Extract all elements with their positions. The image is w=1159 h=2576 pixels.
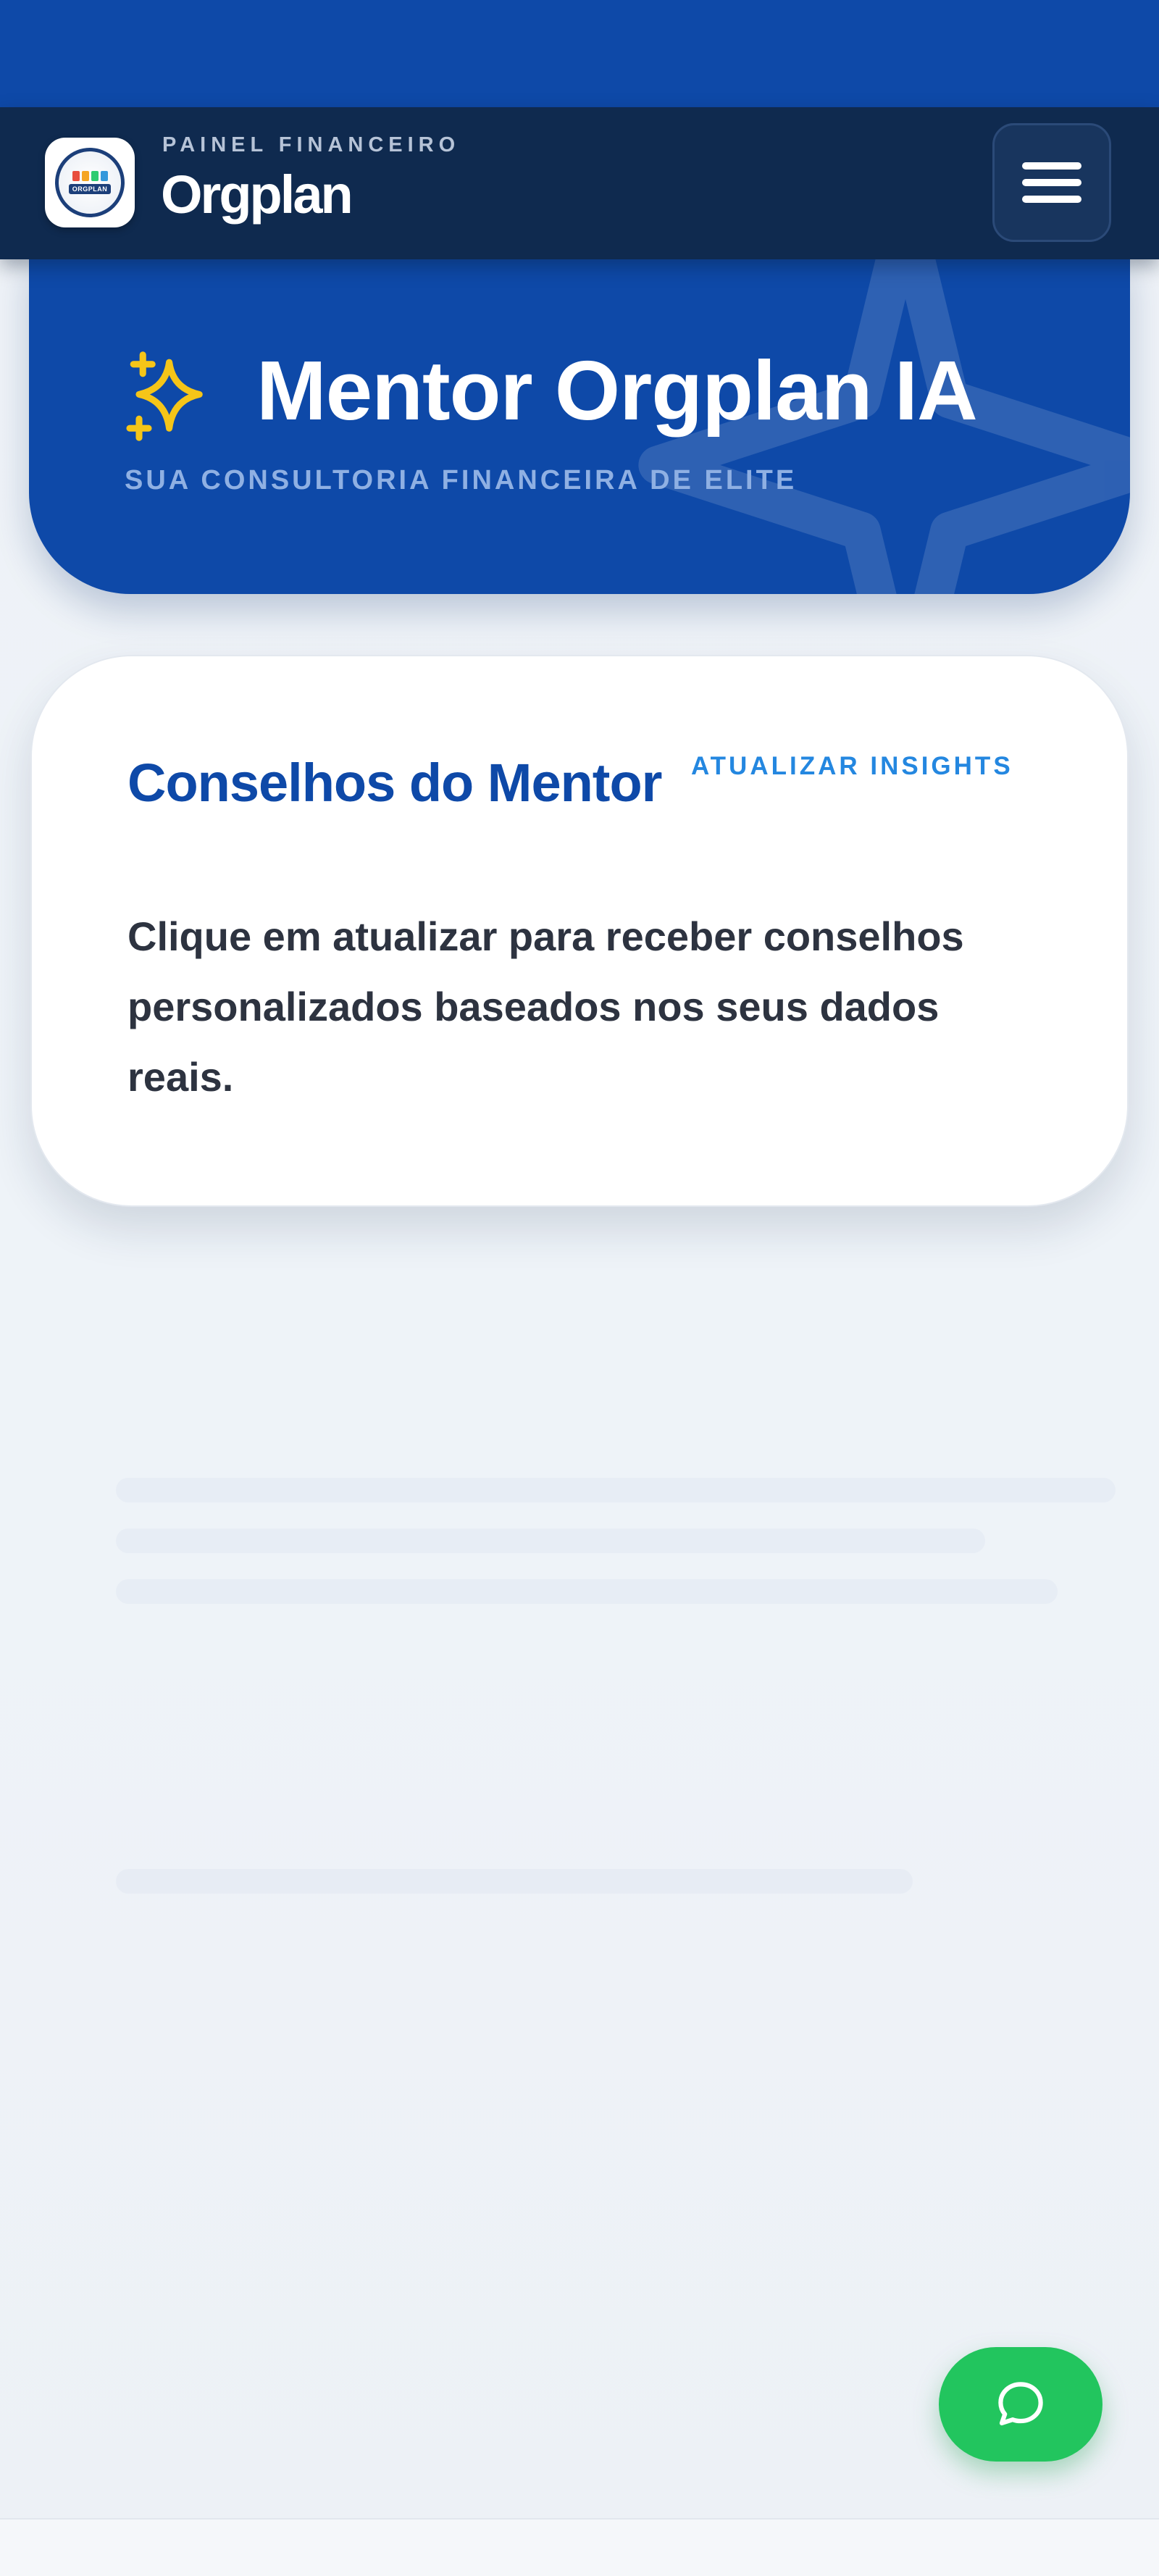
mentor-hero-card: Mentor Orgplan IA SUA CONSULTORIA FINANC…: [29, 255, 1130, 594]
orgplan-logo[interactable]: ORGPLAN: [45, 138, 135, 227]
chat-bubble-icon: [998, 2382, 1043, 2426]
loading-placeholder-area: [0, 1217, 1159, 2521]
bottom-bar: [0, 2518, 1159, 2576]
page: ORGPLAN PAINEL FINANCEIRO Orgplan Mentor…: [0, 0, 1159, 2576]
brand-overline: PAINEL FINANCEIRO: [162, 133, 461, 156]
status-bar-strip: [0, 0, 1159, 107]
sparkles-icon: [126, 351, 203, 441]
refresh-insights-button[interactable]: ATUALIZAR INSIGHTS: [691, 752, 1013, 781]
placeholder-line: [116, 1478, 1116, 1502]
menu-button[interactable]: [992, 123, 1111, 242]
hamburger-menu-icon-line: [1022, 196, 1081, 203]
brand-name: Orgplan: [161, 164, 353, 225]
hamburger-menu-icon-line: [1022, 179, 1081, 186]
hero-subtitle: SUA CONSULTORIA FINANCEIRA DE ELITE: [125, 465, 798, 495]
placeholder-line: [116, 1529, 985, 1553]
advice-message: Clique em atualizar para receber conselh…: [127, 913, 964, 1100]
chat-button[interactable]: [939, 2347, 1102, 2462]
app-header: ORGPLAN PAINEL FINANCEIRO Orgplan: [0, 107, 1159, 259]
logo-bars-icon: [72, 171, 108, 181]
hero-title: Mentor Orgplan IA: [256, 343, 978, 438]
advice-title: Conselhos do Mentor: [127, 753, 662, 813]
hamburger-menu-icon: [1022, 162, 1081, 170]
logo-wordmark: ORGPLAN: [68, 184, 112, 194]
placeholder-line: [116, 1869, 913, 1894]
placeholder-line: [116, 1579, 1058, 1604]
logo-emblem: ORGPLAN: [55, 148, 125, 217]
mentor-advice-card: Conselhos do Mentor ATUALIZAR INSIGHTS C…: [30, 655, 1129, 1207]
